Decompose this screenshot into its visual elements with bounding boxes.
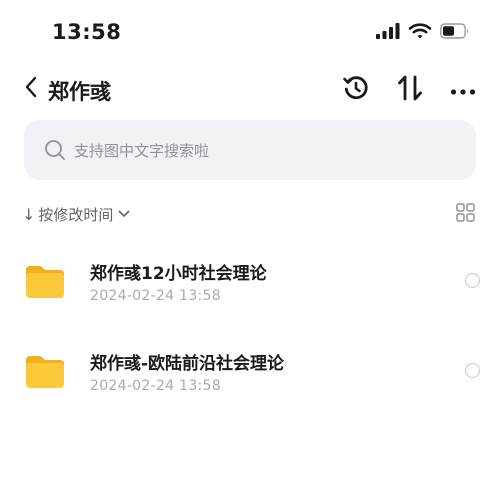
file-list: 郑作彧12小时社会理论 2024-02-24 13:58 郑作彧-欧陆前沿社会理… xyxy=(0,238,500,418)
list-item[interactable]: 郑作彧12小时社会理论 2024-02-24 13:58 xyxy=(0,238,500,328)
sort-dropdown[interactable]: ↓ 按修改时间 xyxy=(22,200,130,228)
sort-row: ↓ 按修改时间 xyxy=(22,200,478,228)
select-radio[interactable] xyxy=(465,273,480,288)
sort-updown-icon xyxy=(397,74,423,106)
status-icons xyxy=(376,23,470,43)
status-bar: 13:58 xyxy=(0,0,500,64)
back-button[interactable] xyxy=(24,74,50,104)
file-name: 郑作彧12小时社会理论 xyxy=(90,264,267,284)
more-button[interactable] xyxy=(446,73,480,107)
file-name: 郑作彧-欧陆前沿社会理论 xyxy=(90,354,285,374)
search-icon xyxy=(44,138,68,162)
sort-order-button[interactable] xyxy=(393,73,427,107)
battery-icon xyxy=(440,23,470,43)
page-title: 郑作彧 xyxy=(48,80,111,104)
file-date: 2024-02-24 13:58 xyxy=(90,288,221,304)
sort-label: 按修改时间 xyxy=(38,205,114,224)
select-radio[interactable] xyxy=(465,363,480,378)
grid-view-button[interactable] xyxy=(454,202,476,226)
folder-icon xyxy=(24,264,66,300)
list-item[interactable]: 郑作彧-欧陆前沿社会理论 2024-02-24 13:58 xyxy=(0,328,500,418)
search-placeholder: 支持图中文字搜索啦 xyxy=(74,141,210,160)
wifi-icon xyxy=(408,23,432,43)
history-button[interactable] xyxy=(339,73,373,107)
nav-bar: 郑作彧 xyxy=(0,68,500,112)
status-time: 13:58 xyxy=(52,20,122,44)
grid-view-icon xyxy=(455,202,475,226)
folder-icon xyxy=(24,354,66,390)
search-input[interactable]: 支持图中文字搜索啦 xyxy=(24,120,476,180)
file-date: 2024-02-24 13:58 xyxy=(90,378,221,394)
chevron-left-icon xyxy=(24,76,38,102)
chevron-down-icon xyxy=(118,210,130,218)
more-icon xyxy=(450,81,476,100)
history-icon xyxy=(342,74,370,106)
signal-icon xyxy=(376,23,400,43)
sort-arrow: ↓ xyxy=(22,204,36,224)
